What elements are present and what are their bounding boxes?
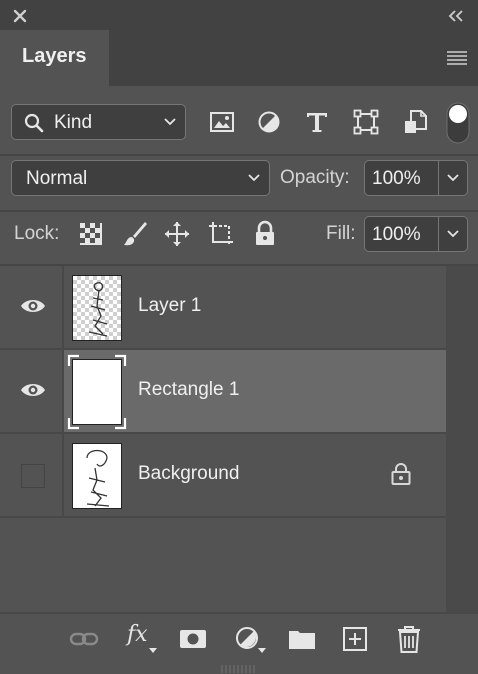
adjustment-filter-icon[interactable] xyxy=(255,108,283,136)
blend-mode-value: Normal xyxy=(26,168,88,189)
image-filter-icon[interactable] xyxy=(208,108,236,136)
chevron-down-icon[interactable] xyxy=(446,227,460,241)
visibility-toggle[interactable] xyxy=(0,434,64,516)
chevron-down-icon[interactable] xyxy=(446,171,460,185)
chevron-down-icon xyxy=(248,174,260,182)
lock-move-icon[interactable] xyxy=(163,220,191,248)
filter-kind-select[interactable]: Kind xyxy=(11,104,186,140)
smart-object-filter-icon[interactable] xyxy=(402,108,430,136)
panel-menu-icon[interactable] xyxy=(446,50,468,66)
blend-row: Normal Opacity: 100% xyxy=(0,156,478,210)
new-layer-icon[interactable] xyxy=(340,624,370,654)
shape-corner-marks xyxy=(67,354,127,430)
scrollbar-track[interactable] xyxy=(446,266,478,612)
lock-artboard-icon[interactable] xyxy=(207,220,235,248)
layer-thumbnail xyxy=(72,443,122,509)
panel-top-bar xyxy=(0,0,478,30)
folder-icon[interactable] xyxy=(287,624,317,654)
chevron-down-icon xyxy=(164,118,176,126)
blend-mode-select[interactable]: Normal xyxy=(11,160,270,196)
search-icon xyxy=(24,113,44,133)
divider xyxy=(438,217,439,251)
visibility-toggle[interactable] xyxy=(0,350,64,432)
bottom-toolbar: fx xyxy=(0,612,478,674)
tab-layers[interactable]: Layers xyxy=(0,30,109,86)
tab-bar: Layers xyxy=(0,30,478,86)
layer-name[interactable]: Background xyxy=(138,463,239,485)
fill-label: Fill: xyxy=(326,223,356,244)
layers-list: Layer 1 Rectangle 1 Background xyxy=(0,266,446,612)
shape-filter-icon[interactable] xyxy=(352,108,380,136)
layer-thumbnail xyxy=(72,275,122,341)
filter-row: Kind xyxy=(0,86,478,156)
layer-row[interactable]: Rectangle 1 xyxy=(0,350,446,434)
divider xyxy=(438,161,439,195)
caret-icon xyxy=(258,648,266,653)
filter-toggle[interactable] xyxy=(446,102,470,144)
layer-row[interactable]: Layer 1 xyxy=(0,266,446,350)
mask-icon[interactable] xyxy=(178,624,208,654)
layer-row[interactable]: Background xyxy=(0,434,446,518)
lock-row: Lock: Fill: 100% xyxy=(0,212,478,266)
lock-label: Lock: xyxy=(14,223,60,244)
collapse-icon[interactable] xyxy=(448,9,464,23)
lock-brush-icon[interactable] xyxy=(121,220,149,248)
opacity-field[interactable]: 100% xyxy=(364,160,468,196)
trash-icon[interactable] xyxy=(394,624,424,654)
tab-layers-label: Layers xyxy=(22,45,87,67)
type-filter-icon[interactable] xyxy=(303,108,331,136)
layer-name[interactable]: Rectangle 1 xyxy=(138,379,239,401)
caret-icon xyxy=(149,648,157,653)
lock-icon[interactable] xyxy=(390,462,412,486)
resize-grip[interactable] xyxy=(220,664,258,674)
visibility-box[interactable] xyxy=(21,464,45,488)
eye-icon[interactable] xyxy=(20,381,46,399)
opacity-label: Opacity: xyxy=(280,167,350,188)
filter-kind-value: Kind xyxy=(54,112,93,133)
fill-value: 100% xyxy=(372,224,421,245)
fill-field[interactable]: 100% xyxy=(364,216,468,252)
lock-transparent-icon[interactable] xyxy=(79,222,103,246)
layer-name[interactable]: Layer 1 xyxy=(138,295,201,317)
visibility-toggle[interactable] xyxy=(0,266,64,348)
opacity-value: 100% xyxy=(372,168,421,189)
lock-all-icon[interactable] xyxy=(253,220,277,248)
figure-sketch xyxy=(86,449,110,507)
eye-icon[interactable] xyxy=(20,297,46,315)
fx-icon[interactable]: fx xyxy=(127,622,148,647)
figure-sketch xyxy=(88,282,108,337)
close-icon[interactable] xyxy=(12,8,28,24)
link-icon[interactable] xyxy=(69,624,99,654)
